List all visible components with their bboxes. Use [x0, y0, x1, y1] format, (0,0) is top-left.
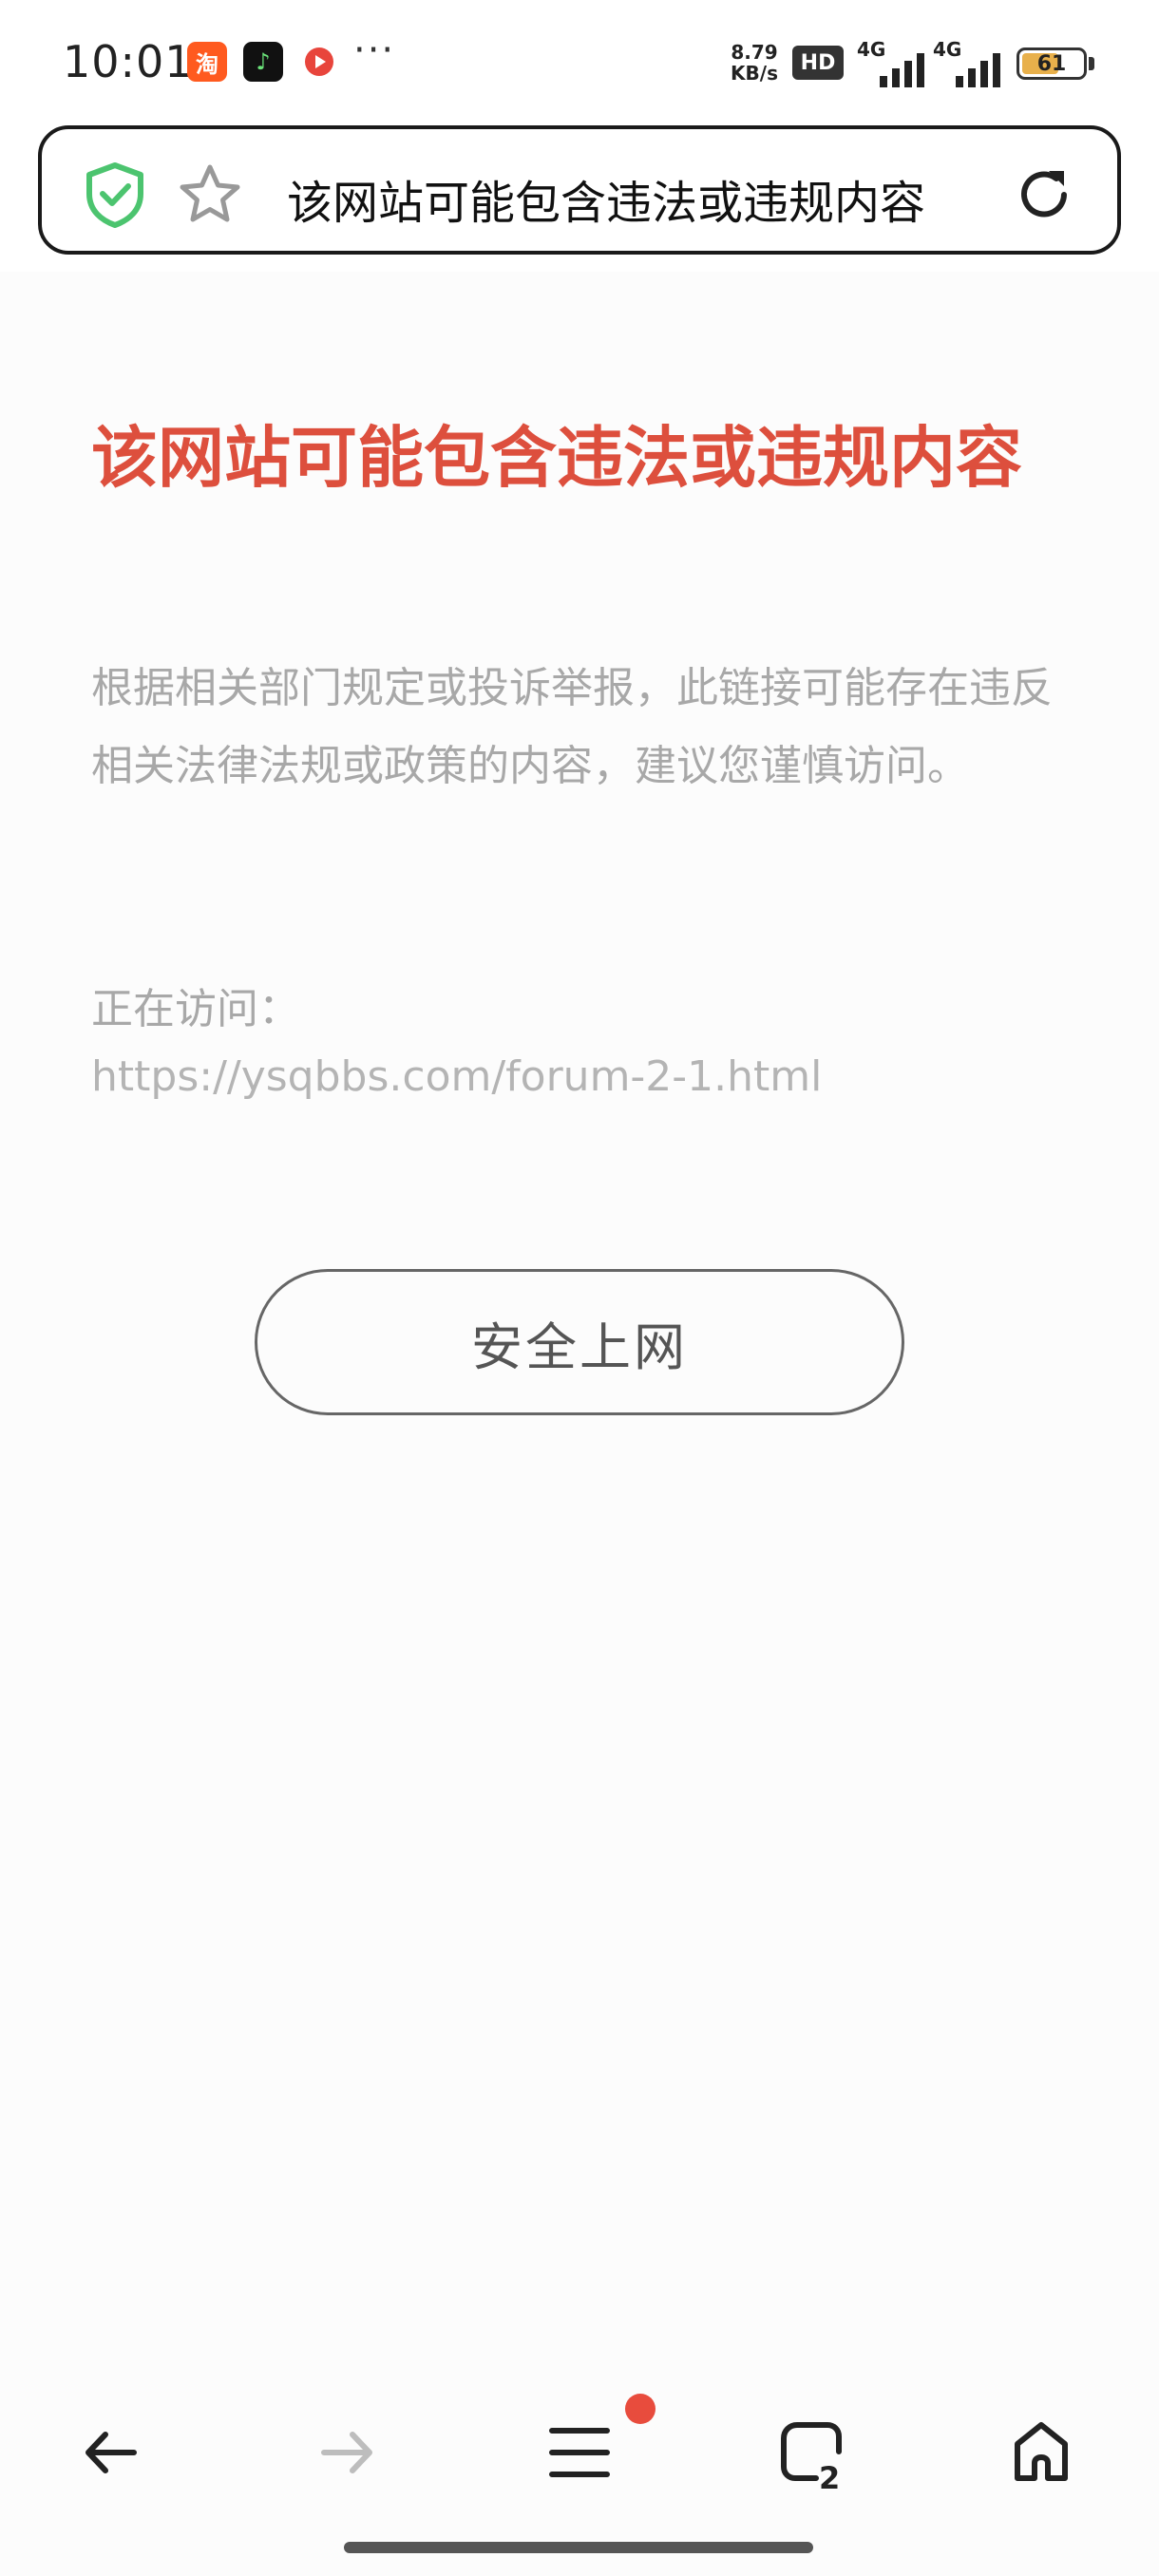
notification-dot	[625, 2394, 656, 2424]
arrow-right-icon	[321, 2432, 372, 2473]
tabs-button[interactable]	[764, 2405, 859, 2500]
address-bar[interactable]: 该网站可能包含违法或违规内容	[38, 125, 1121, 255]
signal-bars-icon	[880, 53, 924, 87]
battery-icon: 61	[1016, 47, 1087, 80]
network-speed-value: 8.79	[731, 41, 778, 64]
hd-voice-badge: HD	[792, 46, 844, 80]
status-time: 10:01	[63, 36, 194, 87]
more-notifications-icon: ···	[353, 28, 396, 72]
home-indicator[interactable]	[344, 2542, 813, 2553]
star-icon[interactable]	[177, 161, 243, 228]
forward-button[interactable]	[300, 2405, 395, 2500]
safe-browsing-button[interactable]: 安全上网	[255, 1269, 904, 1415]
taobao-app-icon: 淘	[187, 42, 227, 82]
shield-check-icon[interactable]	[84, 161, 146, 228]
address-text[interactable]: 该网站可能包含违法或违规内容	[287, 165, 925, 232]
network-speed: 8.79 KB/s	[726, 42, 783, 84]
video-app-icon	[299, 42, 339, 82]
visiting-url: https://ysqbbs.com/forum-2-1.html	[91, 1052, 823, 1101]
menu-icon	[549, 2428, 610, 2477]
arrow-left-icon	[86, 2432, 137, 2473]
back-button[interactable]	[63, 2405, 158, 2500]
tab-count: 2	[819, 2460, 841, 2496]
signal-bars-icon	[956, 53, 1000, 87]
home-icon	[1015, 2422, 1068, 2481]
browser-header: 该网站可能包含违法或违规内容	[0, 123, 1159, 272]
status-bar: 10:01 淘 ♪ ··· 8.79 KB/s HD 4G 4G 61	[0, 0, 1159, 123]
battery-tip	[1089, 57, 1094, 70]
music-app-icon: ♪	[243, 42, 283, 82]
video-play-icon	[305, 47, 333, 76]
network-speed-unit: KB/s	[731, 62, 778, 85]
warning-description: 根据相关部门规定或投诉举报，此链接可能存在违反相关法律法规或政策的内容，建议您谨…	[91, 664, 1053, 790]
menu-button[interactable]	[532, 2405, 627, 2500]
warning-title: 该网站可能包含违法或违规内容	[91, 419, 1022, 497]
battery-level: 61	[1036, 51, 1067, 76]
reload-icon[interactable]	[1011, 161, 1077, 228]
visiting-label: 正在访问：	[91, 985, 300, 1033]
home-button[interactable]	[994, 2405, 1089, 2500]
